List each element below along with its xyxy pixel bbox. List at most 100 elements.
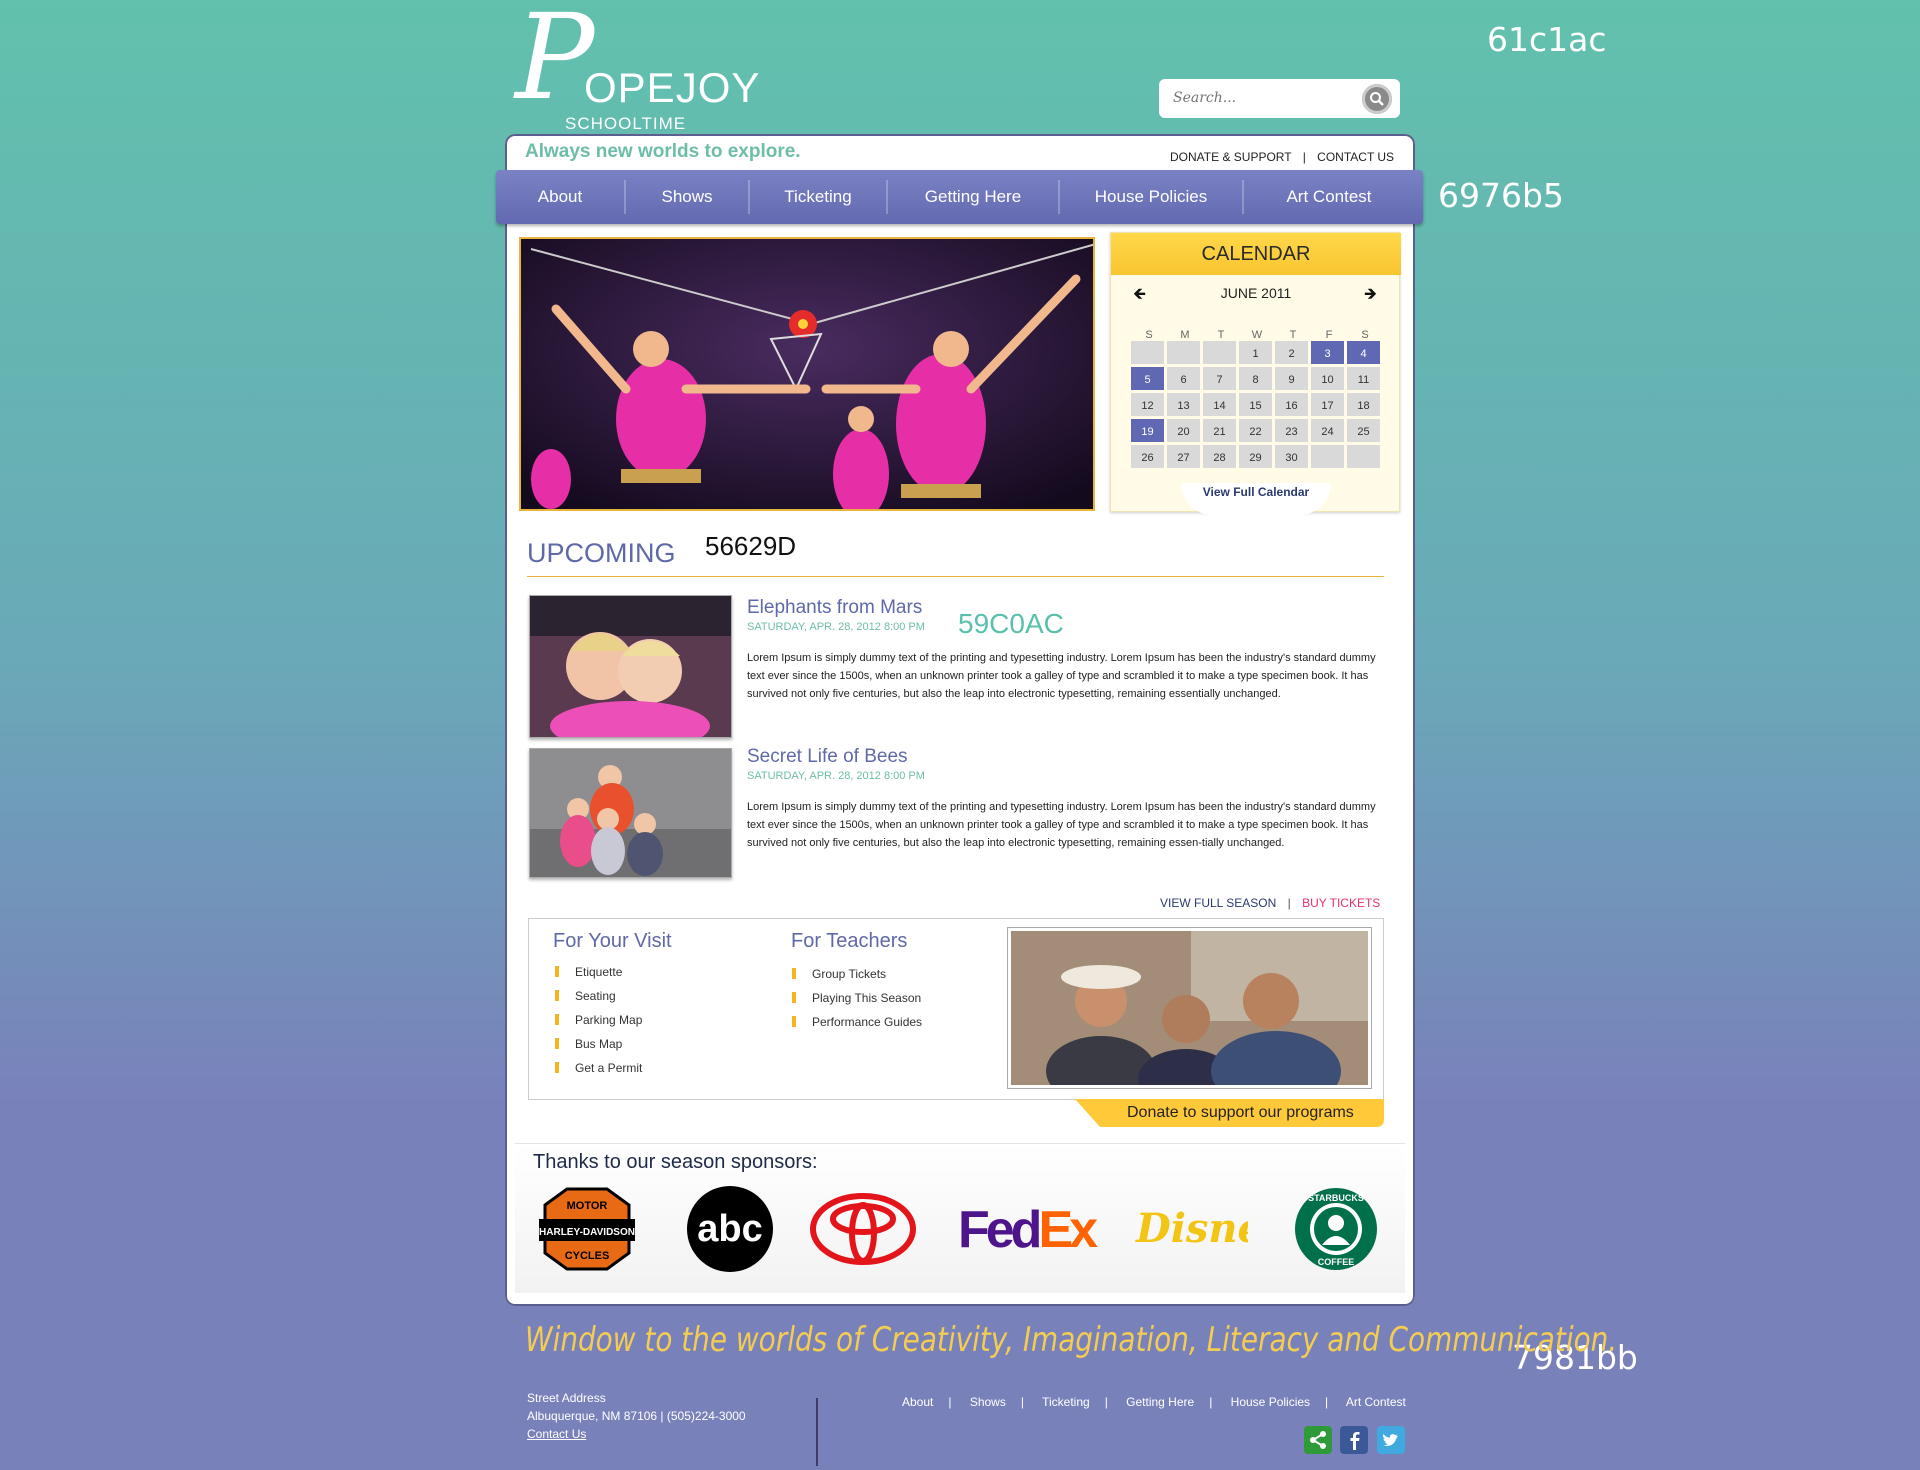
calendar-next-arrow-icon[interactable]: 🡺 <box>1364 283 1377 310</box>
calendar-weekday: W <box>1251 329 1263 341</box>
teacher-link-performance-guides[interactable]: Performance Guides <box>792 1015 922 1039</box>
main-nav: About Shows Ticketing Getting Here House… <box>496 170 1423 224</box>
footer-contact-link[interactable]: Contact Us <box>527 1427 586 1441</box>
event-color-code: 59C0AC <box>958 608 1064 639</box>
event-thumbnail-bees[interactable] <box>529 748 732 878</box>
search-button[interactable] <box>1362 84 1392 114</box>
calendar-day[interactable]: 1 <box>1239 341 1272 364</box>
harley-davidson-logo[interactable]: MOTOR HARLEY-DAVIDSON CYCLES <box>537 1185 637 1273</box>
children-photo-illustration <box>530 596 731 751</box>
footer-nav-getting-here[interactable]: Getting Here <box>1126 1395 1194 1409</box>
footer-nav: About | Shows | Ticketing | Getting Here | H… <box>902 1395 1406 1409</box>
event-date: SATURDAY, APR. 28, 2012 8:00 PM <box>747 621 925 633</box>
calendar-day[interactable]: 2 <box>1275 341 1308 364</box>
nav-ticketing[interactable]: Ticketing <box>750 170 886 224</box>
footer-nav-about[interactable]: About <box>902 1395 933 1409</box>
nav-house-policies[interactable]: House Policies <box>1060 170 1242 224</box>
calendar-day[interactable]: 18 <box>1347 393 1380 416</box>
search-icon <box>1370 92 1384 106</box>
calendar-day[interactable]: 30 <box>1275 445 1308 468</box>
footer-nav-shows[interactable]: Shows <box>970 1395 1006 1409</box>
twitter-icon[interactable] <box>1377 1426 1405 1454</box>
calendar-day[interactable]: 8 <box>1239 367 1272 390</box>
kids-crowd-photo-illustration <box>530 749 731 877</box>
calendar-day[interactable]: 10 <box>1311 367 1344 390</box>
calendar-day[interactable]: 28 <box>1203 445 1236 468</box>
event-title[interactable]: Elephants from Mars <box>747 597 922 619</box>
calendar-day[interactable]: 20 <box>1167 419 1200 442</box>
calendar-day[interactable]: 5 <box>1131 367 1164 390</box>
calendar-day[interactable]: 11 <box>1347 367 1380 390</box>
popejoy-logo[interactable]: P OPEJOY SCHOOLTIME SERIES <box>515 0 761 153</box>
visit-link-etiquette[interactable]: Etiquette <box>555 965 642 989</box>
calendar-day[interactable]: 7 <box>1203 367 1236 390</box>
nav-art-contest[interactable]: Art Contest <box>1244 170 1414 224</box>
calendar-day[interactable]: 19 <box>1131 419 1164 442</box>
teacher-link-group-tickets[interactable]: Group Tickets <box>792 967 922 991</box>
top-links-separator: | <box>1302 150 1306 164</box>
calendar-day[interactable]: 23 <box>1275 419 1308 442</box>
calendar-day[interactable]: 15 <box>1239 393 1272 416</box>
footer-address: Street Address Albuquerque, NM 87106 | (… <box>527 1389 746 1443</box>
footer-nav-ticketing[interactable]: Ticketing <box>1042 1395 1090 1409</box>
teacher-link-playing-this-season[interactable]: Playing This Season <box>792 991 922 1015</box>
search-input[interactable] <box>1173 87 1353 109</box>
event-description: Lorem Ipsum is simply dummy text of the … <box>747 652 1376 700</box>
calendar-day[interactable]: 24 <box>1311 419 1344 442</box>
footer-nav-separator: | <box>948 1395 952 1409</box>
toyota-logo[interactable] <box>810 1185 916 1273</box>
calendar-empty-cell <box>1347 445 1380 468</box>
calendar-day[interactable]: 13 <box>1167 393 1200 416</box>
footer-nav-art-contest[interactable]: Art Contest <box>1346 1395 1406 1409</box>
view-full-season-link[interactable]: VIEW FULL SEASON <box>1160 896 1276 910</box>
calendar-day[interactable]: 16 <box>1275 393 1308 416</box>
donate-button[interactable]: Donate to support our programs <box>1075 1099 1384 1127</box>
nav-about[interactable]: About <box>496 170 624 224</box>
calendar-day[interactable]: 21 <box>1203 419 1236 442</box>
visit-link-parking-map[interactable]: Parking Map <box>555 1013 642 1037</box>
disney-logo[interactable]: Disney <box>1132 1185 1248 1273</box>
calendar-day[interactable]: 25 <box>1347 419 1380 442</box>
calendar-weekday: S <box>1145 329 1153 341</box>
calendar-weekday: T <box>1217 329 1225 341</box>
calendar-day[interactable]: 9 <box>1275 367 1308 390</box>
upcoming-divider <box>527 576 1384 577</box>
buy-tickets-link[interactable]: BUY TICKETS <box>1302 896 1380 910</box>
calendar-day[interactable]: 14 <box>1203 393 1236 416</box>
calendar-day[interactable]: 4 <box>1347 341 1380 364</box>
footer-nav-house-policies[interactable]: House Policies <box>1231 1395 1310 1409</box>
nav-getting-here[interactable]: Getting Here <box>888 170 1058 224</box>
calendar-day[interactable]: 22 <box>1239 419 1272 442</box>
fedex-logo-ex: Ex <box>1038 1201 1098 1259</box>
teacher-links: Group Tickets Playing This Season Perfor… <box>792 967 922 1039</box>
calendar-month: JUNE 2011 <box>1220 285 1292 301</box>
share-icon[interactable] <box>1304 1426 1332 1454</box>
event-thumbnail-elephants[interactable] <box>529 595 732 751</box>
contact-us-link[interactable]: CONTACT US <box>1317 150 1394 164</box>
view-full-calendar-link[interactable]: View Full Calendar <box>1181 483 1331 515</box>
visit-link-seating[interactable]: Seating <box>555 989 642 1013</box>
event-title[interactable]: Secret Life of Bees <box>747 746 908 768</box>
calendar-day[interactable]: 27 <box>1167 445 1200 468</box>
address-city-phone: Albuquerque, NM 87106 | (505)224-3000 <box>527 1409 746 1423</box>
calendar-day[interactable]: 26 <box>1131 445 1164 468</box>
calendar-day[interactable]: 29 <box>1239 445 1272 468</box>
donate-support-link[interactable]: DONATE & SUPPORT <box>1170 150 1291 164</box>
calendar-empty-cell <box>1131 341 1164 364</box>
color-code-top: 61c1ac <box>1487 20 1607 59</box>
visit-links: Etiquette Seating Parking Map Bus Map Ge… <box>555 965 642 1085</box>
facebook-icon[interactable] <box>1340 1426 1368 1454</box>
abc-logo[interactable]: abc <box>686 1185 774 1273</box>
visit-link-bus-map[interactable]: Bus Map <box>555 1037 642 1061</box>
fedex-logo[interactable]: FedEx <box>958 1185 1100 1273</box>
visit-link-get-a-permit[interactable]: Get a Permit <box>555 1061 642 1085</box>
performers-illustration <box>521 239 1093 509</box>
nav-shows[interactable]: Shows <box>626 170 748 224</box>
calendar-day[interactable]: 6 <box>1167 367 1200 390</box>
starbucks-logo[interactable]: STARBUCKS COFFEE <box>1294 1185 1378 1273</box>
calendar-day[interactable]: 3 <box>1311 341 1344 364</box>
hero-image[interactable] <box>519 237 1095 511</box>
calendar-day[interactable]: 12 <box>1131 393 1164 416</box>
calendar-day[interactable]: 17 <box>1311 393 1344 416</box>
logo-name: OPEJOY <box>584 64 761 111</box>
